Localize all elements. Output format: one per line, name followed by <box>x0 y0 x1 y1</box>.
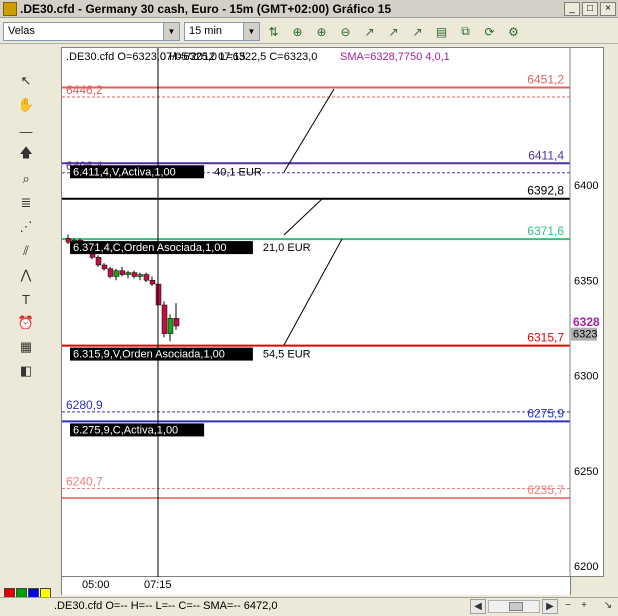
magnifier-icon[interactable]: ⌕ <box>16 169 36 189</box>
order-link-line <box>283 238 343 346</box>
price-axis-tick: 6250 <box>574 466 598 478</box>
zoom-out-icon[interactable]: − <box>560 599 576 614</box>
price-axis-tick: 6400 <box>574 180 598 192</box>
price-level-left-label: 6280,9 <box>66 398 103 412</box>
price-axis-tick: 6200 <box>574 561 598 573</box>
toolbar: Velas ▼ 15 min ▼ ⇅ ⊕ ⊕ ⊖ ↗ ↗ ↗ ▤ ⧉ ⟳ ⚙ <box>0 19 618 44</box>
candle-body <box>125 272 132 275</box>
minimize-button[interactable]: _ <box>564 1 580 16</box>
add-symbol-icon[interactable]: ⊕ <box>288 22 307 41</box>
time-axis: 05:00 07:15 <box>61 577 571 595</box>
scroll-thumb[interactable] <box>509 602 523 611</box>
price-level-label: 6275,9 <box>527 406 564 420</box>
price-level-label: 6451,2 <box>527 72 564 86</box>
order-link-line <box>283 198 323 236</box>
order-label: 6.371,4,C,Orden Asociada,1,00 <box>73 242 227 254</box>
candle-body <box>101 264 108 270</box>
chart-type-select[interactable]: Velas ▼ <box>3 22 180 41</box>
drawing-toolbar: ↖ ✋ — 🡅 ⌕ ≣ ⋰ ⫽ ⋀ T ⏰ ▦ ◧ <box>0 45 58 597</box>
candle-body <box>167 318 174 334</box>
zoom-in-icon[interactable]: ⊕ <box>312 22 331 41</box>
price-level-left-label: 6240,7 <box>66 474 103 488</box>
resize-icon[interactable]: ↘ <box>600 599 616 614</box>
time-label: 05:00 <box>82 579 110 591</box>
order-label: 6.275,9,C,Activa,1,00 <box>73 424 178 436</box>
print-icon[interactable]: ▤ <box>432 22 451 41</box>
app-icon <box>3 1 17 16</box>
arrow-up-icon[interactable]: 🡅 <box>16 145 36 165</box>
chart-type-value: Velas <box>8 25 35 37</box>
candle-body <box>137 274 144 277</box>
price-level-label: 6371,6 <box>527 224 564 238</box>
horizontal-scrollbar[interactable] <box>488 600 540 613</box>
price-level-left-label: 6446,2 <box>66 83 103 97</box>
price-level-label: 6392,8 <box>527 184 564 198</box>
status-bar: .DE30.cfd O=-- H=-- L=-- C=-- SMA=-- 647… <box>0 597 618 616</box>
bid-price-label: 6323 <box>573 329 597 341</box>
indicator-icon[interactable]: ⇅ <box>264 22 283 41</box>
candle-body <box>95 257 102 266</box>
hand-icon[interactable]: ✋ <box>16 95 36 115</box>
chevron-down-icon[interactable]: ▼ <box>243 23 259 40</box>
horizontal-line-icon[interactable]: — <box>16 121 36 141</box>
candle-body <box>143 274 150 281</box>
price-level-label: 6235,7 <box>527 483 564 497</box>
object-list-icon[interactable]: ◧ <box>16 361 36 381</box>
candle-body <box>131 272 138 277</box>
order-label: 6.411,4,V,Activa,1,00 <box>73 166 176 178</box>
price-axis: 6400 6350 6300 6250 6200 63286323 <box>571 180 600 573</box>
order-pnl: 21,0 EUR <box>263 242 311 254</box>
scroll-right-icon[interactable]: ▶ <box>542 599 558 614</box>
time-label: 07:15 <box>144 579 172 591</box>
title-bar: .DE30.cfd - Germany 30 cash, Euro - 15m … <box>0 0 618 18</box>
chart-canvas[interactable]: 6451,26446,26411,46406,46392,86371,66315… <box>62 48 605 578</box>
price-level-label: 6411,4 <box>528 148 564 162</box>
candle-body <box>149 280 156 285</box>
candle-body <box>173 318 180 327</box>
chevron-down-icon[interactable]: ▼ <box>163 23 179 40</box>
candle-body <box>107 268 114 277</box>
price-level-label: 6315,7 <box>527 331 564 345</box>
cursor-icon[interactable]: ↖ <box>16 71 36 91</box>
status-readout: .DE30.cfd O=-- H=-- L=-- C=-- SMA=-- 647… <box>54 600 278 612</box>
refresh-icon[interactable]: ⟳ <box>480 22 499 41</box>
pattern-icon[interactable]: ⋀ <box>16 265 36 285</box>
line-chart-icon[interactable]: ↗ <box>360 22 379 41</box>
order-label: 6.315,9,V,Orden Asociada,1,00 <box>73 349 225 361</box>
scroll-left-icon[interactable]: ◀ <box>470 599 486 614</box>
price-axis-tick: 6350 <box>574 275 598 287</box>
order-pnl: 40,1 EUR <box>214 166 262 178</box>
order-pnl: 54,5 EUR <box>263 349 311 361</box>
zoom-in-icon[interactable]: + <box>576 599 592 614</box>
candle-body <box>161 304 168 334</box>
current-price-label: 6328 <box>573 315 600 329</box>
candle-body <box>113 270 120 277</box>
alarm-icon[interactable]: ⏰ <box>16 313 36 333</box>
crosshair-date: 07/05/2012 07:15 <box>160 51 246 63</box>
timeframe-value: 15 min <box>189 25 223 37</box>
close-button[interactable]: × <box>600 1 616 16</box>
sma-readout: SMA=6328,7750 4,0,1 <box>340 51 450 63</box>
window-title: .DE30.cfd - Germany 30 cash, Euro - 15m … <box>20 1 392 16</box>
chart-area[interactable]: 6451,26446,26411,46406,46392,86371,66315… <box>61 47 605 578</box>
fan-icon[interactable]: ⋰ <box>16 217 36 237</box>
trend-icon[interactable]: ↗ <box>384 22 403 41</box>
price-axis-tick: 6300 <box>574 371 598 383</box>
template-icon[interactable]: ⧉ <box>456 22 475 41</box>
order-labels: 6.411,4,V,Activa,1,00 40,1 EUR 6.371,4,C,O… <box>70 165 311 437</box>
channel-icon[interactable]: ⫽ <box>16 241 36 261</box>
order-link-line <box>283 88 335 173</box>
text-icon[interactable]: T <box>16 289 36 309</box>
zoom-out-icon[interactable]: ⊖ <box>336 22 355 41</box>
candle-body <box>119 270 126 275</box>
fibonacci-icon[interactable]: ≣ <box>16 193 36 213</box>
timeframe-select[interactable]: 15 min ▼ <box>184 22 260 41</box>
indicators-icon[interactable]: ↗ <box>408 22 427 41</box>
calculator-icon[interactable]: ▦ <box>16 337 36 357</box>
settings-icon[interactable]: ⚙ <box>504 22 523 41</box>
maximize-button[interactable]: □ <box>582 1 598 16</box>
